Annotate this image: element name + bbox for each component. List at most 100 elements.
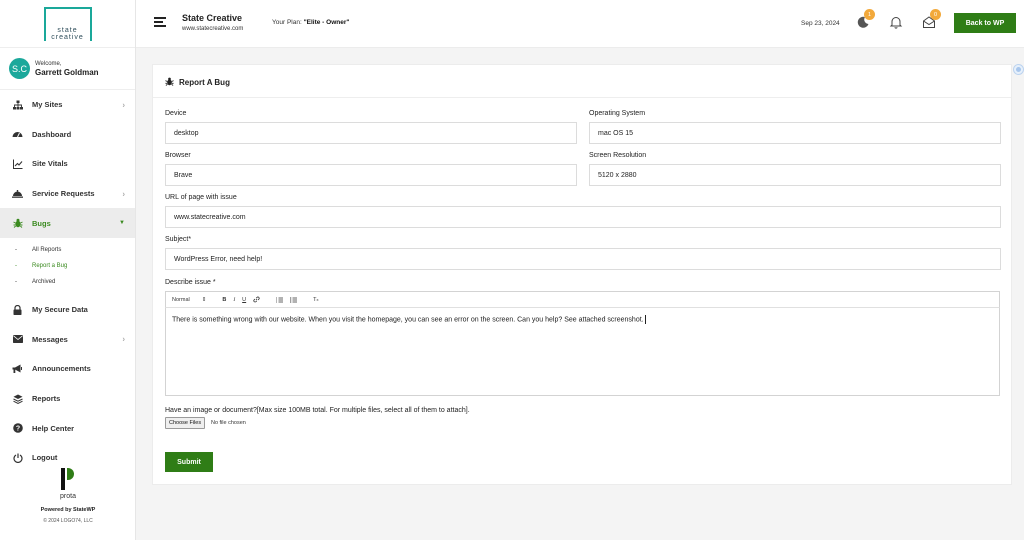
ordered-list-icon[interactable] (276, 297, 284, 303)
submenu-item-report-a-bug[interactable]: - Report a Bug (0, 258, 135, 274)
sidebar-item-label: Dashboard (32, 129, 72, 139)
bug-icon (12, 218, 23, 229)
site-url[interactable]: www.statecreative.com (182, 26, 243, 32)
bell-icon (889, 17, 903, 29)
link-icon[interactable] (253, 296, 260, 303)
device-field[interactable]: desktop (165, 122, 577, 144)
hamburger-menu-icon[interactable] (154, 17, 166, 27)
describe-editor[interactable]: There is something wrong with our websit… (165, 307, 1000, 396)
power-icon (12, 452, 23, 463)
choose-files-button[interactable]: Choose Files (165, 417, 206, 429)
device-label: Device (165, 110, 187, 117)
moon-button[interactable]: 1 (856, 9, 875, 29)
state-creative-logo[interactable]: state creative (43, 6, 92, 41)
submenu-item-archived[interactable]: - Archived (0, 274, 135, 290)
sidebar-item-service-requests[interactable]: Service Requests › (0, 179, 135, 209)
format-select-value: Normal (172, 296, 190, 303)
sidebar-item-announcements[interactable]: Announcements (0, 354, 135, 384)
chevron-right-icon: › (122, 100, 125, 110)
bug-icon (165, 77, 174, 88)
welcome-label: Welcome, (35, 60, 62, 67)
inbox-button[interactable]: 0 (922, 9, 941, 29)
sidebar-item-label: Site Vitals (32, 159, 68, 169)
submit-button[interactable]: Submit (165, 452, 213, 472)
sidebar: state creative S.C Welcome, Garrett Gold… (0, 0, 136, 540)
sidebar-item-help-center[interactable]: ? Help Center (0, 413, 135, 443)
layers-icon (12, 393, 23, 404)
plan-label: Your Plan: (272, 19, 304, 26)
sidebar-item-label: Announcements (32, 364, 91, 374)
sidebar-item-messages[interactable]: Messages › (0, 325, 135, 355)
sidebar-item-label: Messages (32, 334, 68, 344)
welcome-block: S.C Welcome, Garrett Goldman (0, 48, 135, 90)
sidebar-item-dashboard[interactable]: Dashboard (0, 120, 135, 150)
subject-label: Subject* (165, 236, 192, 243)
question-circle-icon: ? (12, 423, 23, 434)
submenu-item-label: Report a Bug (32, 262, 68, 269)
gauge-icon (12, 129, 23, 140)
browser-label: Browser (165, 152, 191, 159)
underline-icon[interactable]: U (242, 297, 246, 303)
svg-text:?: ? (15, 426, 19, 433)
bullet-list-icon[interactable] (290, 296, 298, 303)
select-arrows-icon: ⇕ (201, 296, 207, 303)
logo-line-1: state (57, 26, 78, 34)
caret-down-icon: ▼ (119, 220, 125, 227)
report-bug-card: Report A Bug Device desktop Operating Sy… (152, 64, 1012, 485)
card-divider (153, 97, 1011, 98)
text-cursor (644, 315, 646, 324)
submenu-item-label: Archived (32, 278, 56, 285)
back-to-wp-button[interactable]: Back to WP (954, 13, 1016, 33)
chevron-right-icon: › (122, 189, 125, 199)
submenu-item-all-reports[interactable]: - All Reports (0, 242, 135, 258)
subject-field[interactable]: WordPress Error, need help! (165, 248, 1001, 270)
powered-by-text: Powered by StateWP (40, 507, 96, 513)
sidebar-item-site-vitals[interactable]: Site Vitals (0, 149, 135, 179)
sidebar-item-label: Help Center (32, 423, 75, 433)
powered-by-block: prota Powered by StateWP © 2024 LOGO74, … (0, 468, 136, 524)
current-date: Sep 23, 2024 (801, 20, 840, 27)
logo-area[interactable]: state creative (0, 0, 135, 48)
bold-icon[interactable]: B (222, 297, 226, 303)
inbox-badge: 0 (930, 9, 941, 20)
editor-toolbar: Normal ⇕ B I U Tx (165, 291, 1000, 308)
sidebar-item-bugs[interactable]: Bugs ▼ (0, 208, 135, 238)
notifications-button[interactable] (889, 15, 903, 29)
sidebar-item-label: Bugs (32, 218, 51, 228)
sitemap-icon (12, 99, 23, 110)
plan-value: "Elite - Owner" (303, 19, 350, 26)
no-file-status: No file chosen (211, 420, 246, 426)
envelope-icon (12, 334, 23, 345)
clear-format-icon[interactable]: Tx (313, 297, 318, 303)
upload-label: Have an image or document?[Max size 100M… (165, 407, 470, 414)
url-field[interactable]: www.statecreative.com (165, 206, 1001, 228)
site-title: State Creative (182, 13, 243, 23)
browser-field[interactable]: Brave (165, 164, 577, 186)
format-select[interactable]: Normal ⇕ (172, 297, 206, 303)
url-label: URL of page with issue (165, 194, 237, 201)
os-field[interactable]: mac OS 15 (589, 122, 1001, 144)
chevron-right-icon: › (122, 334, 125, 344)
resolution-label: Screen Resolution (589, 152, 647, 159)
sidebar-item-label: My Secure Data (32, 305, 88, 315)
sidebar-nav: My Sites › Dashboard Site Vitals Service… (0, 90, 135, 473)
sidebar-item-label: Reports (32, 394, 61, 404)
resolution-field[interactable]: 5120 x 2880 (589, 164, 1001, 186)
sidebar-item-reports[interactable]: Reports (0, 384, 135, 414)
submenu-item-label: All Reports (32, 246, 62, 253)
moon-badge: 1 (864, 9, 875, 20)
lock-icon (12, 304, 23, 315)
sidebar-item-my-sites[interactable]: My Sites › (0, 90, 135, 120)
bullhorn-icon (12, 363, 23, 374)
describe-text: There is something wrong with our websit… (172, 316, 644, 324)
card-title: Report A Bug (165, 77, 230, 88)
sidebar-item-label: Logout (32, 453, 58, 463)
italic-icon[interactable]: I (233, 297, 235, 303)
avatar[interactable]: S.C (9, 58, 30, 79)
prota-wordmark: prota (60, 493, 76, 500)
sidebar-item-my-secure-data[interactable]: My Secure Data (0, 295, 135, 325)
prota-logo-icon[interactable] (58, 468, 78, 490)
scroll-indicator-icon[interactable] (1013, 64, 1024, 75)
logo-line-2: creative (51, 33, 84, 41)
bugs-submenu: - All Reports - Report a Bug - Archived (0, 238, 135, 295)
